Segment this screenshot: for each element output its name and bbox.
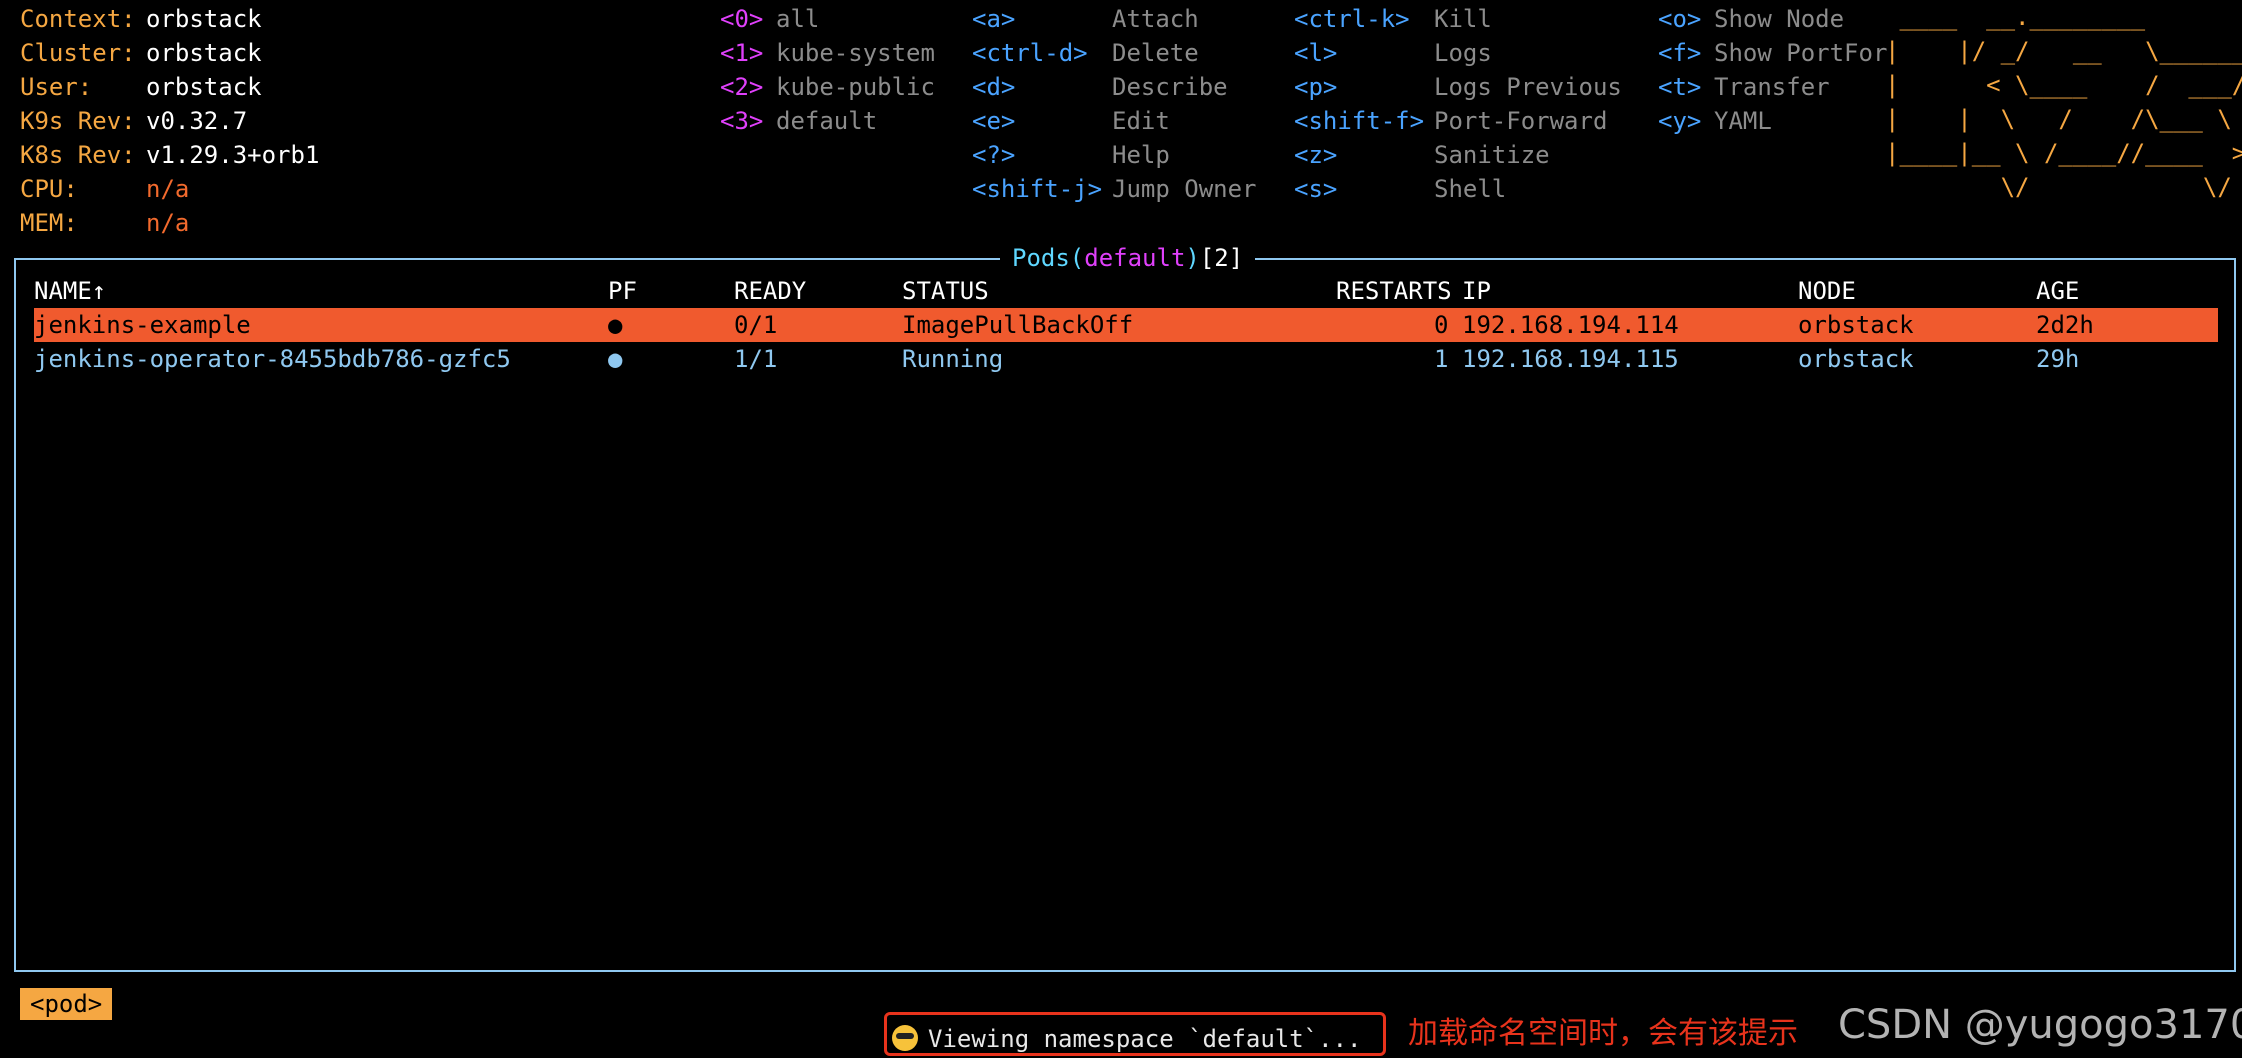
pods-table-title: Pods(default)[2]	[1000, 240, 1256, 276]
ns-item-all[interactable]: all	[776, 2, 819, 36]
ns-key-kube-system[interactable]: <1>	[720, 36, 763, 70]
hotkey-logs-previous[interactable]: Logs Previous	[1434, 70, 1622, 104]
pods-title-count: [2]	[1199, 244, 1244, 272]
hotkey-attach-key[interactable]: <a>	[972, 2, 1015, 36]
flash-message: Viewing namespace `default`...	[892, 1022, 1361, 1056]
ns-key-kube-public[interactable]: <2>	[720, 70, 763, 104]
pod-name: jenkins-operator-8455bdb786-gzfc5	[34, 345, 511, 373]
pod-restarts: 0	[1434, 311, 1449, 339]
ns-key-default[interactable]: <3>	[720, 104, 763, 138]
hotkey-show-node[interactable]: Show Node	[1714, 2, 1844, 36]
hotkey-attach[interactable]: Attach	[1112, 2, 1199, 36]
ns-item-kube-system[interactable]: kube-system	[776, 36, 935, 70]
pod-age: 2d2h	[2036, 311, 2094, 339]
pod-age: 29h	[2036, 345, 2080, 373]
hotkey-help-key[interactable]: <?>	[972, 138, 1015, 172]
hotkey-describe-key[interactable]: <d>	[972, 70, 1015, 104]
hotkey-shell[interactable]: Shell	[1434, 172, 1506, 206]
pod-ip: 192.168.194.114	[1462, 311, 1679, 339]
pod-node: orbstack	[1798, 311, 1914, 339]
pod-ready: 1/1	[734, 345, 778, 373]
pod-ip: 192.168.194.115	[1462, 345, 1679, 373]
cpu-label: CPU:	[20, 175, 78, 203]
context-value: orbstack	[146, 5, 262, 33]
hotkey-jump-owner-key[interactable]: <shift-j>	[972, 172, 1102, 206]
annotation-text: 加载命名空间时，会有该提示	[1408, 1016, 1798, 1051]
hotkey-jump-owner[interactable]: Jump Owner	[1112, 172, 1257, 206]
hotkey-edit-key[interactable]: <e>	[972, 104, 1015, 138]
column-header-name[interactable]: NAME↑	[34, 274, 106, 308]
hotkey-yaml-key[interactable]: <y>	[1658, 104, 1701, 138]
hotkey-delete[interactable]: Delete	[1112, 36, 1199, 70]
pod-name: jenkins-example	[34, 311, 251, 339]
hotkey-help[interactable]: Help	[1112, 138, 1170, 172]
hotkey-describe[interactable]: Describe	[1112, 70, 1228, 104]
hotkey-kill[interactable]: Kill	[1434, 2, 1492, 36]
hotkey-logs-key[interactable]: <l>	[1294, 36, 1337, 70]
cpu-value: n/a	[146, 175, 190, 203]
context-label: Context:	[20, 5, 136, 33]
hotkey-delete-key[interactable]: <ctrl-d>	[972, 36, 1088, 70]
user-label: User:	[20, 73, 93, 101]
hotkey-logs-previous-key[interactable]: <p>	[1294, 70, 1337, 104]
cluster-label: Cluster:	[20, 39, 136, 67]
hotkey-edit[interactable]: Edit	[1112, 104, 1170, 138]
hotkey-sanitize-key[interactable]: <z>	[1294, 138, 1337, 172]
hotkey-port-forward[interactable]: Port-Forward	[1434, 104, 1607, 138]
hotkey-transfer-key[interactable]: <t>	[1658, 70, 1701, 104]
hotkey-shell-key[interactable]: <s>	[1294, 172, 1337, 206]
column-header-ready[interactable]: READY	[734, 274, 806, 308]
hotkey-kill-key[interactable]: <ctrl-k>	[1294, 2, 1410, 36]
k9s-logo: ____ __.________ | |/ _/ __ \______ | < …	[1885, 3, 2242, 201]
flash-text: Viewing namespace `default`...	[928, 1025, 1362, 1053]
k9s-rev-value: v0.32.7	[146, 107, 248, 135]
table-row-selected[interactable]: jenkins-example ● 0/1 ImagePullBackOff 0…	[34, 308, 2218, 342]
hotkey-show-portforward-key[interactable]: <f>	[1658, 36, 1701, 70]
cluster-value: orbstack	[146, 39, 262, 67]
sunglasses-emoji-icon	[892, 1025, 918, 1051]
user-value: orbstack	[146, 73, 262, 101]
pod-node: orbstack	[1798, 345, 1914, 373]
k8s-rev-label: K8s Rev:	[20, 141, 136, 169]
pod-ready: 0/1	[734, 311, 778, 339]
ns-item-kube-public[interactable]: kube-public	[776, 70, 935, 104]
pod-status: Running	[902, 345, 1004, 373]
mem-value: n/a	[146, 209, 190, 237]
column-header-age[interactable]: AGE	[2036, 274, 2079, 308]
port-forward-indicator: ●	[608, 311, 623, 339]
pod-status: ImagePullBackOff	[902, 311, 1134, 339]
column-header-pf[interactable]: PF	[608, 274, 637, 308]
pods-title-paren-open: (	[1069, 244, 1085, 272]
hotkey-yaml[interactable]: YAML	[1714, 104, 1772, 138]
hotkey-show-portforward[interactable]: Show PortFor	[1714, 36, 1887, 70]
hotkey-logs[interactable]: Logs	[1434, 36, 1492, 70]
breadcrumb[interactable]: <pod>	[20, 988, 113, 1020]
ns-key-all[interactable]: <0>	[720, 2, 763, 36]
k8s-rev-value: v1.29.3+orb1	[146, 141, 320, 169]
column-header-restarts[interactable]: RESTARTS	[1336, 274, 1452, 308]
column-header-node[interactable]: NODE	[1798, 274, 1856, 308]
breadcrumb-pod[interactable]: <pod>	[30, 990, 102, 1018]
table-row[interactable]: jenkins-operator-8455bdb786-gzfc5 ● 1/1 …	[34, 342, 2218, 376]
pod-restarts: 1	[1434, 345, 1449, 373]
watermark: CSDN @yugogo3170	[1838, 1002, 2242, 1048]
pods-title-resource: Pods	[1012, 244, 1070, 272]
ns-item-default[interactable]: default	[776, 104, 877, 138]
mem-label: MEM:	[20, 209, 78, 237]
hotkey-sanitize[interactable]: Sanitize	[1434, 138, 1550, 172]
pods-title-namespace: default	[1084, 244, 1186, 272]
pods-title-paren-close: )	[1185, 244, 1200, 272]
hotkey-transfer[interactable]: Transfer	[1714, 70, 1830, 104]
column-header-status[interactable]: STATUS	[902, 274, 989, 308]
hotkey-show-node-key[interactable]: <o>	[1658, 2, 1701, 36]
port-forward-indicator: ●	[608, 345, 623, 373]
column-header-ip[interactable]: IP	[1462, 274, 1491, 308]
k9s-rev-label: K9s Rev:	[20, 107, 136, 135]
hotkey-port-forward-key[interactable]: <shift-f>	[1294, 104, 1424, 138]
